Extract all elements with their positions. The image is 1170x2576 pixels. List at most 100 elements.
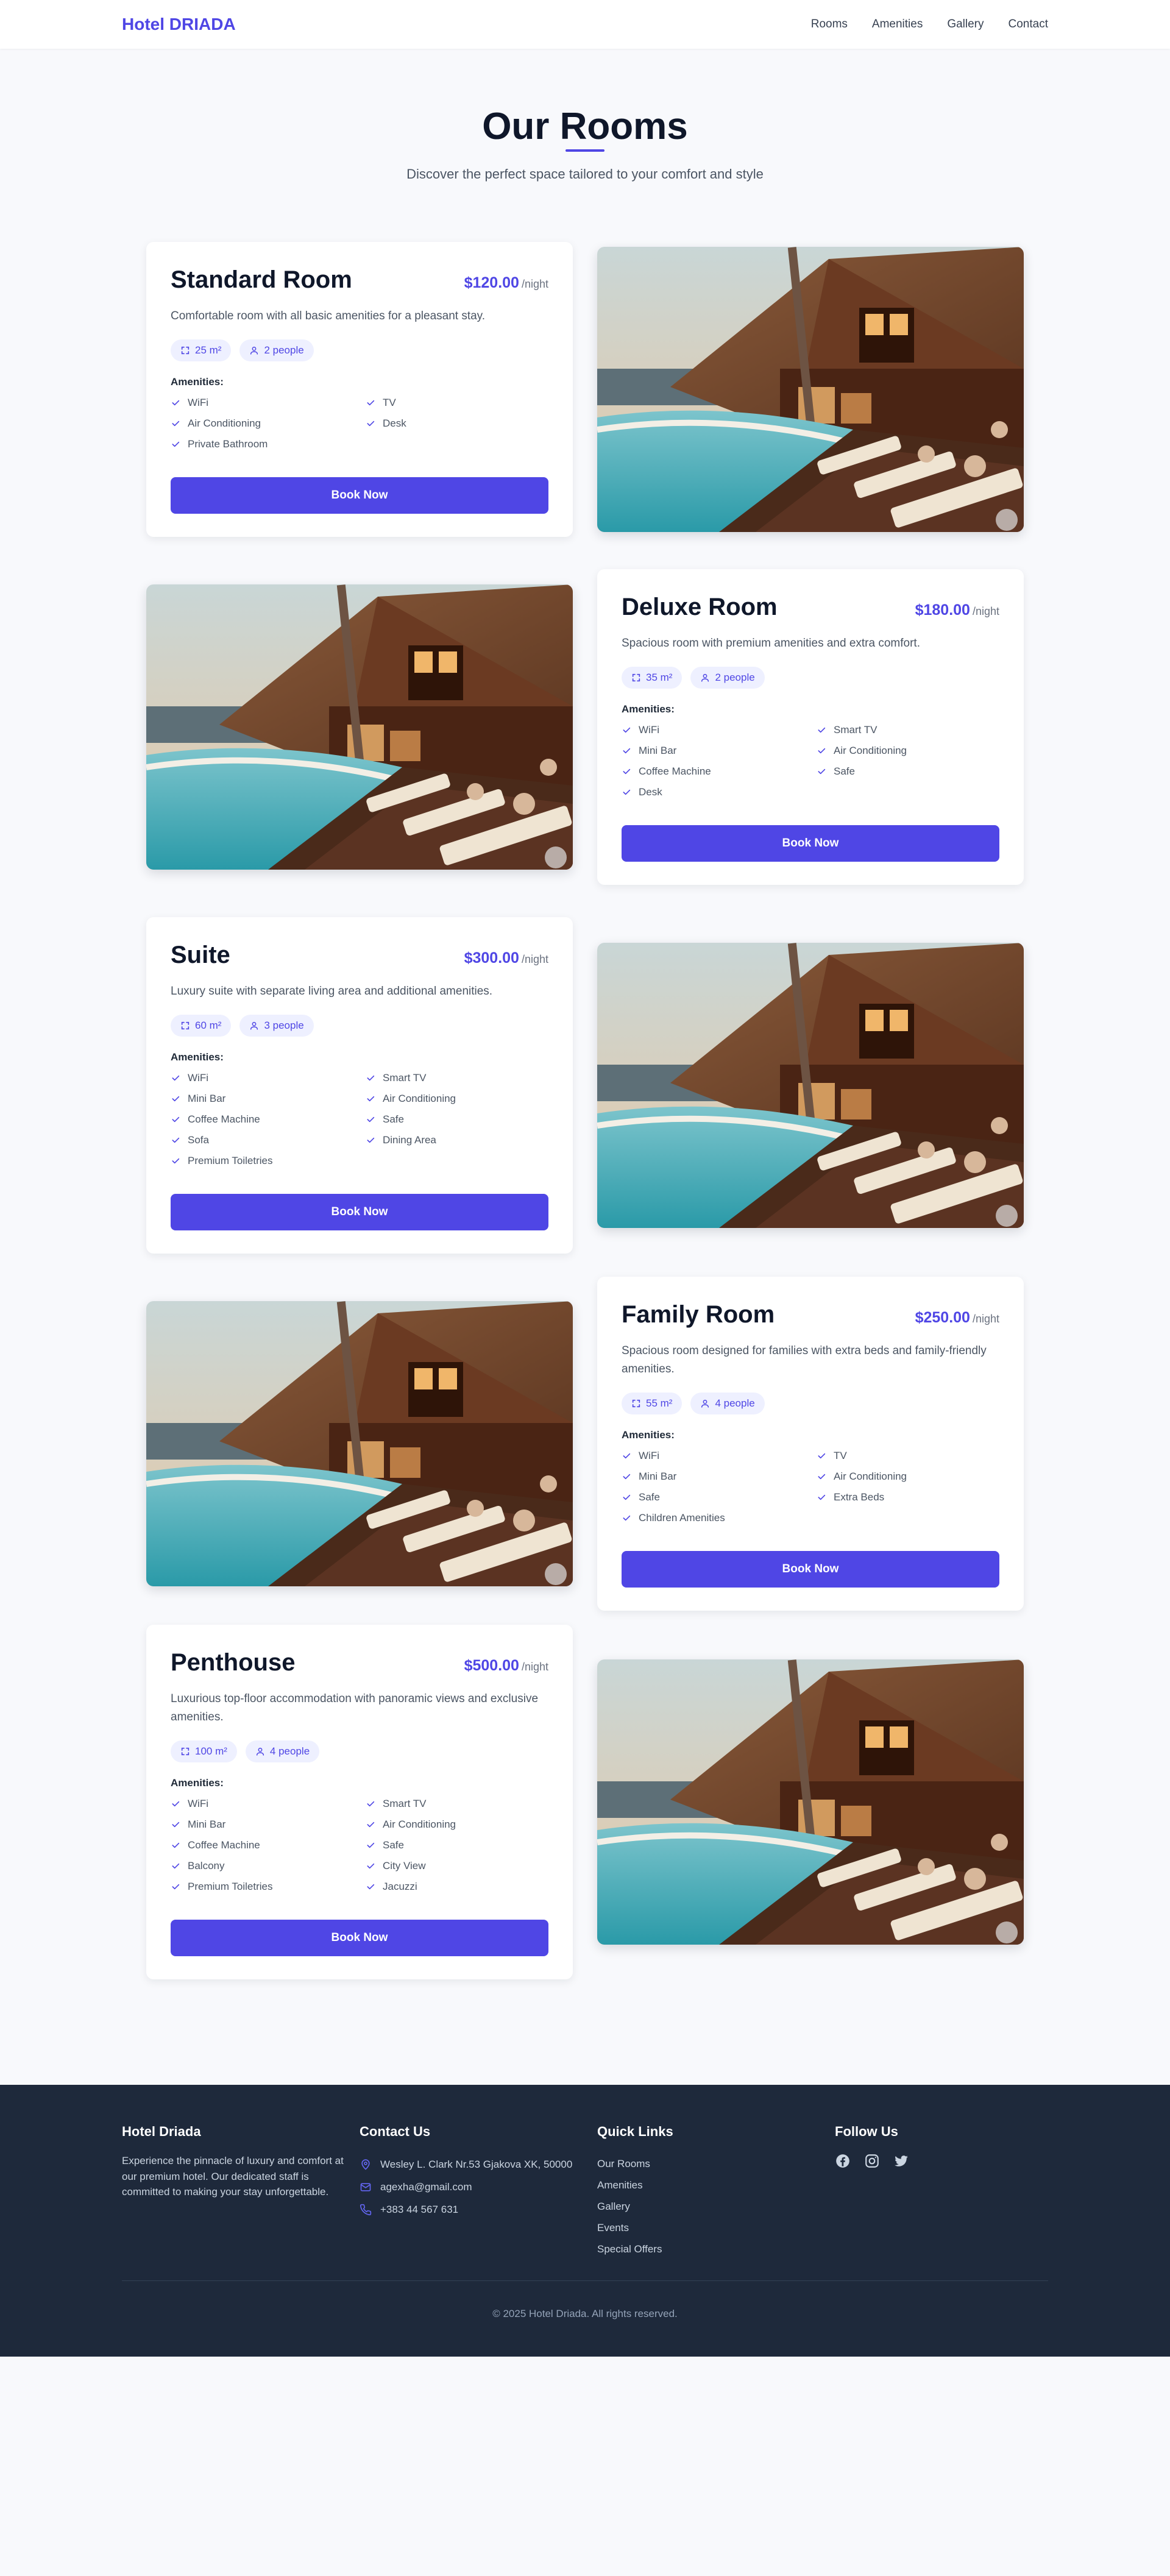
amenity-item: Mini Bar bbox=[171, 1093, 353, 1105]
room-photo bbox=[146, 1301, 573, 1586]
amenity-label: Coffee Machine bbox=[188, 1113, 260, 1126]
phone-icon bbox=[360, 2204, 372, 2215]
footer-link-our-rooms[interactable]: Our Rooms bbox=[597, 2153, 835, 2174]
check-icon bbox=[367, 1863, 375, 1869]
check-icon bbox=[367, 1096, 375, 1102]
amenity-item: Children Amenities bbox=[622, 1512, 804, 1524]
check-icon bbox=[367, 1801, 375, 1807]
quick-links-list: Our Rooms Amenities Gallery Events Speci… bbox=[597, 2153, 835, 2260]
contact-phone-text: +383 44 567 631 bbox=[380, 2203, 459, 2215]
book-now-button[interactable]: Book Now bbox=[171, 1919, 548, 1956]
amenity-item: Balcony bbox=[171, 1860, 353, 1872]
amenity-label: Desk bbox=[383, 417, 406, 430]
title-underline bbox=[566, 149, 604, 152]
room-size-text: 60 m² bbox=[195, 1020, 222, 1032]
room-card: Deluxe Room $180.00/night Spacious room wi… bbox=[597, 569, 1024, 885]
nav-link-contact[interactable]: Contact bbox=[1009, 18, 1048, 31]
room-photo bbox=[597, 247, 1024, 532]
check-icon bbox=[367, 400, 375, 406]
room-name: Deluxe Room bbox=[622, 593, 778, 620]
nav-link-amenities[interactable]: Amenities bbox=[872, 18, 923, 31]
amenity-item: Air Conditioning bbox=[366, 1093, 548, 1105]
check-icon bbox=[172, 421, 180, 427]
check-icon bbox=[367, 1842, 375, 1848]
check-icon bbox=[172, 1863, 180, 1869]
room-row: Family Room $250.00/night Spacious room de… bbox=[146, 1265, 1024, 1623]
room-description: Luxury suite with separate living area a… bbox=[171, 984, 493, 998]
facebook-icon[interactable] bbox=[835, 2153, 851, 2169]
check-icon bbox=[623, 1515, 631, 1521]
room-capacity-badge: 3 people bbox=[239, 1015, 314, 1037]
amenity-label: City View bbox=[383, 1859, 426, 1872]
room-size-badge: 55 m² bbox=[622, 1392, 682, 1414]
amenity-item: Private Bathroom bbox=[171, 438, 353, 450]
twitter-icon[interactable] bbox=[893, 2153, 909, 2169]
contact-phone[interactable]: +383 44 567 631 bbox=[360, 2198, 597, 2221]
contact-email[interactable]: agexha@gmail.com bbox=[360, 2176, 597, 2198]
price-amount: $300.00 bbox=[464, 949, 519, 967]
price-amount: $500.00 bbox=[464, 1657, 519, 1675]
room-card: Penthouse $500.00/night Luxurious top-floo… bbox=[146, 1625, 573, 1979]
price-unit: /night bbox=[972, 605, 999, 617]
footer-about-title: Hotel Driada bbox=[122, 2124, 201, 2139]
nav-link-rooms[interactable]: Rooms bbox=[811, 18, 848, 31]
amenity-label: Dining Area bbox=[383, 1134, 436, 1146]
amenity-label: Coffee Machine bbox=[188, 1839, 260, 1851]
check-icon bbox=[818, 1474, 826, 1480]
room-card-header: Penthouse $500.00/night bbox=[171, 1649, 548, 1677]
check-icon bbox=[172, 1158, 180, 1164]
room-name: Suite bbox=[171, 941, 230, 968]
amenity-label: WiFi bbox=[639, 1449, 659, 1461]
book-now-button[interactable]: Book Now bbox=[622, 1550, 999, 1588]
room-row: Penthouse $500.00/night Luxurious top-floo… bbox=[146, 1623, 1024, 1981]
amenity-item: Air Conditioning bbox=[817, 1471, 999, 1483]
check-icon bbox=[172, 1842, 180, 1848]
room-capacity-text: 2 people bbox=[715, 672, 755, 684]
price-amount: $180.00 bbox=[915, 601, 970, 619]
room-name: Standard Room bbox=[171, 266, 352, 293]
footer-link-gallery[interactable]: Gallery bbox=[597, 2196, 835, 2217]
footer-link-amenities[interactable]: Amenities bbox=[597, 2174, 835, 2196]
page-title-text: Our Rooms bbox=[482, 105, 688, 147]
amenities-list: WiFi TV Air Conditioning Desk Private Bathro… bbox=[171, 397, 548, 450]
footer-link-events[interactable]: Events bbox=[597, 2217, 835, 2238]
room-photo bbox=[597, 943, 1024, 1228]
footer-contact-title: Contact Us bbox=[360, 2124, 431, 2139]
amenities-list: WiFi Smart TV Mini Bar Air Conditioning Coff… bbox=[622, 724, 999, 798]
check-icon bbox=[367, 1138, 375, 1143]
amenity-label: TV bbox=[834, 1449, 847, 1461]
mail-icon bbox=[360, 2182, 371, 2191]
contact-email-text: agexha@gmail.com bbox=[380, 2180, 472, 2193]
room-row: Standard Room $120.00/night Comfortable ro… bbox=[146, 231, 1024, 548]
room-card: Family Room $250.00/night Spacious room de… bbox=[597, 1277, 1024, 1611]
amenity-item: Dining Area bbox=[366, 1134, 548, 1146]
book-now-button[interactable]: Book Now bbox=[171, 1194, 548, 1231]
amenities-list: WiFi Smart TV Mini Bar Air Conditioning Coff… bbox=[171, 1798, 548, 1893]
rooms-list: Standard Room $120.00/night Comfortable ro… bbox=[0, 231, 1170, 1981]
footer-link-special-offers[interactable]: Special Offers bbox=[597, 2238, 835, 2260]
room-specs: 25 m² 2 people bbox=[171, 339, 548, 362]
room-price: $180.00/night bbox=[915, 601, 999, 619]
room-capacity-badge: 2 people bbox=[239, 339, 314, 362]
amenity-label: Air Conditioning bbox=[188, 417, 261, 430]
amenity-item: Safe bbox=[817, 765, 999, 778]
amenity-label: Safe bbox=[383, 1113, 404, 1126]
room-card-header: Family Room $250.00/night bbox=[622, 1301, 999, 1329]
amenity-label: Safe bbox=[383, 1839, 404, 1851]
room-name: Penthouse bbox=[171, 1649, 296, 1677]
book-now-button[interactable]: Book Now bbox=[622, 825, 999, 862]
price-unit: /night bbox=[972, 1313, 999, 1325]
footer-contact: Contact Us Wesley L. Clark Nr.53 Gjakova… bbox=[360, 2124, 597, 2260]
nav-link-gallery[interactable]: Gallery bbox=[947, 18, 984, 31]
room-description: Luxurious top-floor accommodation with p… bbox=[171, 1692, 539, 1723]
contact-list: Wesley L. Clark Nr.53 Gjakova XK, 50000 … bbox=[360, 2153, 597, 2221]
instagram-icon[interactable] bbox=[864, 2153, 880, 2169]
amenities-label: Amenities: bbox=[171, 1051, 224, 1063]
room-name: Family Room bbox=[622, 1301, 775, 1329]
amenity-item: Safe bbox=[366, 1839, 548, 1851]
brand-logo[interactable]: Hotel DRIADA bbox=[122, 15, 236, 34]
book-now-button[interactable]: Book Now bbox=[171, 477, 548, 514]
price-amount: $120.00 bbox=[464, 274, 519, 291]
room-size-badge: 35 m² bbox=[622, 667, 682, 689]
check-icon bbox=[623, 790, 631, 795]
